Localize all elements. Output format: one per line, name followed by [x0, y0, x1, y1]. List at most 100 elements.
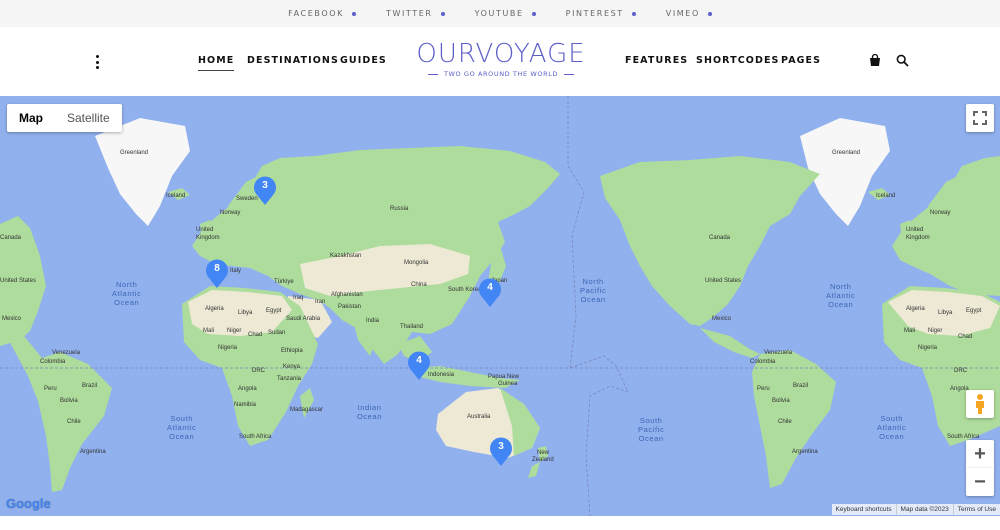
- label-tanzania: Tanzania: [277, 376, 302, 382]
- more-menu-icon[interactable]: [93, 55, 101, 69]
- world-map[interactable]: Greenland Iceland Sweden Norway United K…: [0, 96, 1000, 516]
- label-indonesia: Indonesia: [428, 372, 455, 378]
- nav-guides[interactable]: GUIDES: [340, 55, 387, 66]
- label-pakistan: Pakistan: [338, 304, 362, 310]
- nav-features[interactable]: FEATURES: [625, 55, 688, 66]
- label-nigeria: Nigeria: [218, 345, 238, 351]
- label-greenland: Greenland: [120, 150, 149, 156]
- label-peru-left: Peru: [44, 386, 57, 392]
- label-mongolia: Mongolia: [404, 260, 429, 266]
- label-saudi-arabia: Saudi Arabia: [286, 316, 321, 322]
- google-logo: Google: [6, 496, 51, 511]
- cluster-marker-indonesia[interactable]: 4: [407, 351, 431, 381]
- social-link-twitter[interactable]: TWITTER: [386, 9, 445, 18]
- social-link-facebook[interactable]: FACEBOOK: [288, 9, 356, 18]
- cluster-marker-japan[interactable]: 4: [478, 278, 502, 308]
- label-turkiye: Türkiye: [274, 279, 294, 285]
- dot-icon: [351, 11, 356, 16]
- label-canada-left: Canada: [0, 235, 22, 241]
- logo-tagline: TWO GO AROUND THE WORLD: [443, 70, 559, 78]
- label-venezuela-right: Venezuela: [764, 350, 793, 356]
- label-niger-right: Niger: [928, 328, 943, 334]
- label-iceland: Iceland: [166, 193, 186, 199]
- social-label: PINTEREST: [565, 9, 624, 18]
- cluster-count: 3: [262, 180, 268, 191]
- social-link-vimeo[interactable]: VIMEO: [666, 9, 712, 18]
- map-type-satellite-button[interactable]: Satellite: [55, 104, 122, 132]
- map-attribution: Keyboard shortcuts Map data ©2023 Terms …: [831, 504, 1000, 515]
- label-drc-right: DRC: [954, 368, 967, 374]
- label-kenya: Kenya: [283, 364, 301, 370]
- cluster-count: 8: [214, 263, 220, 274]
- label-uk: United: [196, 227, 214, 233]
- label-papua-new-guinea-2: Guinea: [498, 381, 518, 387]
- label-venezuela-left: Venezuela: [52, 350, 81, 356]
- dot-icon: [440, 11, 445, 16]
- label-papua-new-guinea: Papua New: [488, 374, 520, 380]
- dot-icon: [707, 11, 712, 16]
- street-view-pegman[interactable]: [966, 390, 994, 418]
- nav-destinations[interactable]: DESTINATIONS: [247, 55, 339, 66]
- label-italy: Italy: [230, 268, 242, 274]
- label-niger: Niger: [227, 328, 242, 334]
- site-logo[interactable]: OURVOYAGE TWO GO AROUND THE WORLD: [410, 39, 592, 78]
- label-uk-right-2: Kingdom: [906, 235, 930, 241]
- map-type-map-button[interactable]: Map: [7, 104, 55, 132]
- logo-title: OURVOYAGE: [416, 39, 586, 69]
- label-south-atlantic-right: South Atlantic Ocean: [877, 414, 907, 441]
- shopping-bag-icon[interactable]: [869, 53, 883, 68]
- label-argentina-right: Argentina: [792, 449, 818, 455]
- dot-icon: [531, 11, 536, 16]
- label-chad: Chad: [248, 332, 263, 338]
- cluster-marker-scandinavia[interactable]: 3: [253, 176, 277, 206]
- label-india: India: [366, 318, 380, 324]
- zoom-out-button[interactable]: −: [966, 468, 994, 496]
- label-madagascar: Madagascar: [290, 407, 324, 413]
- search-icon[interactable]: [896, 54, 910, 68]
- label-iceland-right: Iceland: [876, 193, 896, 199]
- label-chad-right: Chad: [958, 334, 973, 340]
- label-south-africa: South Africa: [239, 434, 272, 440]
- label-namibia: Namibia: [234, 402, 257, 408]
- label-uk-right: United: [906, 227, 924, 233]
- cluster-marker-australia[interactable]: 3: [489, 437, 513, 467]
- plus-icon: +: [974, 442, 986, 465]
- label-south-korea: South Korea: [448, 287, 482, 293]
- fullscreen-button[interactable]: [966, 104, 994, 132]
- left-world-copy: [0, 118, 560, 492]
- social-link-pinterest[interactable]: PINTEREST: [566, 9, 636, 18]
- minus-icon: −: [974, 470, 986, 493]
- terms-link[interactable]: Terms of Use: [952, 504, 1000, 515]
- label-colombia-left: Colombia: [40, 359, 66, 365]
- label-new-zealand: New: [537, 450, 550, 456]
- label-chile-right: Chile: [778, 419, 792, 425]
- social-link-youtube[interactable]: YOUTUBE: [475, 9, 536, 18]
- label-ethiopia: Ethiopia: [281, 348, 303, 354]
- keyboard-shortcuts-link[interactable]: Keyboard shortcuts: [832, 504, 896, 515]
- social-label: YOUTUBE: [474, 9, 524, 18]
- nav-home[interactable]: HOME: [198, 55, 235, 71]
- map-data-text: Map data ©2023: [895, 504, 953, 515]
- label-australia: Australia: [467, 414, 491, 420]
- label-peru-right: Peru: [757, 386, 770, 392]
- label-mexico-right: Mexico: [712, 316, 732, 322]
- label-uk-2: Kingdom: [196, 235, 220, 241]
- label-north-atlantic-right: North Atlantic Ocean: [826, 282, 856, 309]
- label-south-atlantic-left: South Atlantic Ocean: [167, 414, 197, 441]
- label-new-zealand-2: Zealand: [532, 457, 554, 463]
- google-logo-text: Google: [6, 496, 51, 511]
- nav-shortcodes[interactable]: SHORTCODES: [696, 55, 780, 66]
- label-mali: Mali: [203, 328, 215, 334]
- label-algeria: Algeria: [205, 306, 224, 312]
- site-header: HOME DESTINATIONS GUIDES OURVOYAGE TWO G…: [0, 27, 1000, 96]
- label-russia: Russia: [390, 206, 409, 212]
- label-libya-right: Libya: [938, 310, 953, 316]
- label-norway-right: Norway: [930, 210, 951, 216]
- cluster-marker-spain[interactable]: 8: [205, 259, 229, 289]
- label-iraq: Iraq: [293, 295, 304, 301]
- social-label: TWITTER: [385, 9, 433, 18]
- nav-pages[interactable]: PAGES: [781, 55, 821, 66]
- label-mali-right: Mali: [904, 328, 916, 334]
- zoom-in-button[interactable]: +: [966, 440, 994, 468]
- label-argentina-left: Argentina: [80, 449, 106, 455]
